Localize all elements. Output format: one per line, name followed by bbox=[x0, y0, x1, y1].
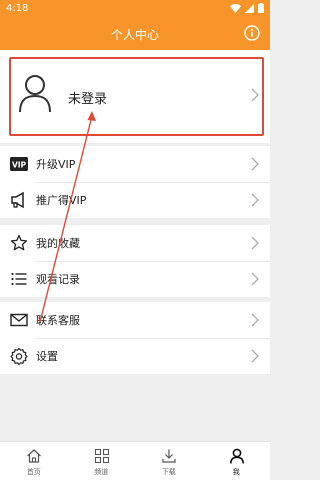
tab-label: 频道 bbox=[94, 468, 109, 476]
bottom-tab-bar: 首页 频道 下载 我 bbox=[0, 441, 270, 480]
tab-download[interactable]: 下载 bbox=[135, 442, 203, 480]
chevron-right-icon bbox=[251, 88, 259, 102]
tab-channels[interactable]: 频道 bbox=[68, 442, 136, 480]
menu-item-label: 我的收藏 bbox=[36, 237, 80, 250]
svg-text:VIP: VIP bbox=[12, 161, 27, 170]
menu-item-label: 设置 bbox=[36, 350, 58, 363]
chevron-right-icon bbox=[251, 272, 259, 286]
menu-item-watch-history[interactable]: 观看记录 bbox=[0, 261, 270, 297]
tab-home[interactable]: 首页 bbox=[0, 442, 68, 480]
grid-icon bbox=[94, 448, 109, 464]
status-icons bbox=[230, 3, 264, 13]
chevron-right-icon bbox=[251, 193, 259, 207]
tab-label: 下载 bbox=[161, 468, 176, 476]
menu-item-contact-support[interactable]: 联系客服 bbox=[0, 302, 270, 338]
menu-item-label: 推广得VIP bbox=[36, 194, 87, 207]
page-title: 个人中心 bbox=[110, 28, 159, 42]
home-icon bbox=[27, 449, 41, 463]
tab-me[interactable]: 我 bbox=[203, 442, 271, 480]
app-header: 4:18 个人中心 bbox=[0, 0, 270, 50]
menu-item-label: 观看记录 bbox=[36, 273, 80, 286]
chevron-right-icon bbox=[251, 313, 259, 327]
download-icon bbox=[162, 449, 176, 463]
login-card[interactable]: 未登录 bbox=[0, 50, 270, 143]
avatar-icon bbox=[19, 75, 51, 113]
menu-group-vip: VIP 升级VIP 推广得VIP bbox=[0, 146, 270, 218]
login-status-label: 未登录 bbox=[68, 92, 108, 107]
chevron-right-icon bbox=[251, 157, 259, 171]
megaphone-icon bbox=[11, 191, 24, 209]
status-bar: 4:18 bbox=[0, 0, 270, 18]
star-icon bbox=[10, 234, 28, 251]
info-icon[interactable] bbox=[244, 25, 260, 41]
vip-icon: VIP bbox=[10, 157, 28, 171]
chevron-right-icon bbox=[251, 236, 259, 250]
mail-icon bbox=[10, 313, 28, 327]
chevron-right-icon bbox=[251, 349, 259, 363]
tab-label: 首页 bbox=[26, 468, 41, 476]
menu-item-favorites[interactable]: 我的收藏 bbox=[0, 225, 270, 261]
menu-item-upgrade-vip[interactable]: VIP 升级VIP bbox=[0, 146, 270, 182]
user-icon bbox=[229, 448, 244, 464]
list-icon bbox=[11, 272, 27, 286]
tab-label: 我 bbox=[232, 468, 240, 476]
gear-icon bbox=[10, 347, 28, 365]
menu-group-history: 我的收藏 观看记录 bbox=[0, 225, 270, 297]
battery-icon bbox=[258, 3, 264, 13]
status-time: 4:18 bbox=[6, 3, 29, 14]
signal-icon bbox=[245, 3, 254, 13]
menu-item-label: 升级VIP bbox=[36, 158, 76, 171]
menu-item-settings[interactable]: 设置 bbox=[0, 338, 270, 374]
menu-group-support: 联系客服 设置 bbox=[0, 302, 270, 374]
menu-item-label: 联系客服 bbox=[36, 314, 80, 327]
wifi-icon bbox=[230, 3, 241, 13]
menu-item-promote-vip[interactable]: 推广得VIP bbox=[0, 182, 270, 218]
